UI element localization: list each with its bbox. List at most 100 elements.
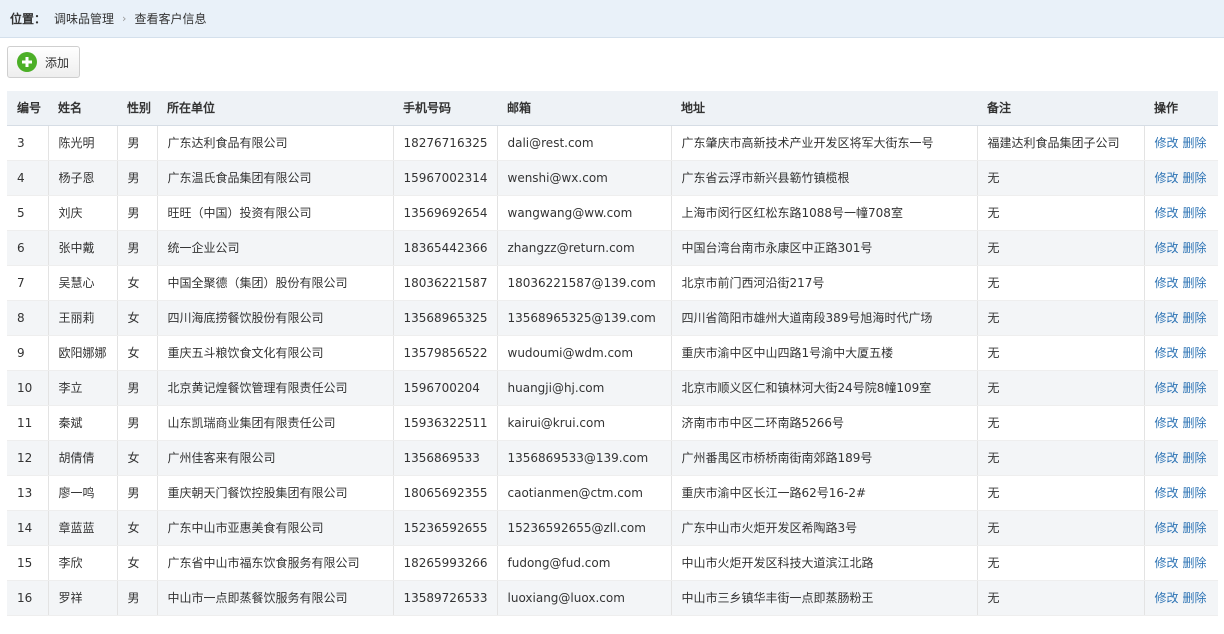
cell-id: 12 (7, 440, 49, 476)
cell-gender: 女 (117, 265, 158, 301)
table-row: 8 王丽莉女四川海底捞餐饮股份有限公司 13568965325 13568965325… (7, 300, 1218, 336)
cell-id: 11 (7, 405, 49, 441)
cell-company: 广东中山市亚惠美食有限公司 (157, 510, 394, 546)
edit-link[interactable]: 修改 (1155, 206, 1179, 220)
cell-remark: 无 (977, 195, 1145, 231)
cell-company: 广东省中山市福东饮食服务有限公司 (157, 545, 394, 581)
cell-actions: 修改 删除 (1144, 335, 1218, 371)
cell-phone: 13569692654 (393, 195, 498, 231)
cell-email: wenshi@wx.com (497, 160, 672, 196)
delete-link[interactable]: 删除 (1183, 241, 1207, 255)
cell-id: 3 (7, 125, 49, 161)
cell-remark: 无 (977, 335, 1145, 371)
edit-link[interactable]: 修改 (1155, 276, 1179, 290)
delete-link[interactable]: 删除 (1183, 416, 1207, 430)
cell-gender: 男 (117, 405, 158, 441)
cell-name: 张中戴 (48, 230, 118, 266)
cell-name: 廖一鸣 (48, 475, 118, 511)
cell-name: 杨子恩 (48, 160, 118, 196)
cell-company: 广东达利食品有限公司 (157, 125, 394, 161)
table-row: 13 廖一鸣男重庆朝天门餐饮控股集团有限公司 18065692355 caotianm… (7, 475, 1218, 511)
add-button-label: 添加 (45, 55, 70, 70)
cell-address: 广东中山市火炬开发区希陶路3号 (671, 510, 978, 546)
cell-email: 13568965325@139.com (497, 300, 672, 336)
edit-link[interactable]: 修改 (1155, 136, 1179, 150)
cell-id: 5 (7, 195, 49, 231)
cell-remark: 无 (977, 510, 1145, 546)
cell-actions: 修改 删除 (1144, 440, 1218, 476)
edit-link[interactable]: 修改 (1155, 311, 1179, 325)
cell-actions: 修改 删除 (1144, 475, 1218, 511)
customer-table: 编号 姓名 性别 所在单位 手机号码 邮箱 地址 备注 操作 3 陈光明男广东达利… (7, 91, 1218, 616)
delete-link[interactable]: 删除 (1183, 591, 1207, 605)
breadcrumb: 位置： 调味品管理 › 查看客户信息 (0, 0, 1224, 38)
cell-gender: 女 (117, 440, 158, 476)
cell-id: 10 (7, 370, 49, 406)
cell-gender: 女 (117, 335, 158, 371)
delete-link[interactable]: 删除 (1183, 346, 1207, 360)
cell-name: 吴慧心 (48, 265, 118, 301)
edit-link[interactable]: 修改 (1155, 171, 1179, 185)
delete-link[interactable]: 删除 (1183, 451, 1207, 465)
cell-id: 14 (7, 510, 49, 546)
delete-link[interactable]: 删除 (1183, 381, 1207, 395)
cell-actions: 修改 删除 (1144, 160, 1218, 196)
cell-id: 15 (7, 545, 49, 581)
cell-gender: 女 (117, 545, 158, 581)
cell-gender: 男 (117, 195, 158, 231)
delete-link[interactable]: 删除 (1183, 206, 1207, 220)
edit-link[interactable]: 修改 (1155, 241, 1179, 255)
edit-link[interactable]: 修改 (1155, 591, 1179, 605)
edit-link[interactable]: 修改 (1155, 521, 1179, 535)
cell-email: dali@rest.com (497, 125, 672, 161)
cell-actions: 修改 删除 (1144, 545, 1218, 581)
cell-company: 统一企业公司 (157, 230, 394, 266)
table-row: 11 秦斌男山东凯瑞商业集团有限责任公司 15936322511 kairui@kru… (7, 405, 1218, 441)
delete-link[interactable]: 删除 (1183, 521, 1207, 535)
cell-actions: 修改 删除 (1144, 300, 1218, 336)
cell-gender: 女 (117, 510, 158, 546)
table-row: 9 欧阳娜娜女重庆五斗粮饮食文化有限公司 13579856522 wudoumi@wd… (7, 335, 1218, 371)
table-row: 5 刘庆男旺旺（中国）投资有限公司 13569692654 wangwang@ww.c… (7, 195, 1218, 231)
cell-phone: 18365442366 (393, 230, 498, 266)
edit-link[interactable]: 修改 (1155, 486, 1179, 500)
edit-link[interactable]: 修改 (1155, 346, 1179, 360)
delete-link[interactable]: 删除 (1183, 311, 1207, 325)
cell-email: huangji@hj.com (497, 370, 672, 406)
add-button[interactable]: 添加 (7, 46, 80, 78)
table-row: 10 李立男北京黄记煌餐饮管理有限责任公司 1596700204 huangji@hj… (7, 370, 1218, 406)
cell-email: caotianmen@ctm.com (497, 475, 672, 511)
breadcrumb-item-view-customers: 查看客户信息 (134, 12, 207, 26)
cell-phone: 18276716325 (393, 125, 498, 161)
delete-link[interactable]: 删除 (1183, 171, 1207, 185)
edit-link[interactable]: 修改 (1155, 451, 1179, 465)
breadcrumb-label: 位置： (10, 12, 47, 26)
edit-link[interactable]: 修改 (1155, 381, 1179, 395)
cell-gender: 女 (117, 300, 158, 336)
table-row: 4 杨子恩男广东温氏食品集团有限公司 15967002314 wenshi@wx.co… (7, 160, 1218, 196)
cell-gender: 男 (117, 580, 158, 616)
cell-name: 罗祥 (48, 580, 118, 616)
cell-phone: 1596700204 (393, 370, 498, 406)
cell-email: wangwang@ww.com (497, 195, 672, 231)
cell-id: 8 (7, 300, 49, 336)
edit-link[interactable]: 修改 (1155, 416, 1179, 430)
cell-phone: 15936322511 (393, 405, 498, 441)
delete-link[interactable]: 删除 (1183, 276, 1207, 290)
cell-email: luoxiang@luox.com (497, 580, 672, 616)
col-header-address: 地址 (671, 91, 977, 126)
cell-name: 刘庆 (48, 195, 118, 231)
cell-id: 13 (7, 475, 49, 511)
col-header-remark: 备注 (977, 91, 1144, 126)
edit-link[interactable]: 修改 (1155, 556, 1179, 570)
cell-remark: 无 (977, 370, 1145, 406)
breadcrumb-item-seasoning-management[interactable]: 调味品管理 (54, 10, 114, 27)
delete-link[interactable]: 删除 (1183, 486, 1207, 500)
cell-address: 重庆市渝中区中山四路1号渝中大厦五楼 (671, 335, 978, 371)
delete-link[interactable]: 删除 (1183, 136, 1207, 150)
cell-name: 李欣 (48, 545, 118, 581)
cell-phone: 15236592655 (393, 510, 498, 546)
cell-email: kairui@krui.com (497, 405, 672, 441)
cell-name: 秦斌 (48, 405, 118, 441)
delete-link[interactable]: 删除 (1183, 556, 1207, 570)
